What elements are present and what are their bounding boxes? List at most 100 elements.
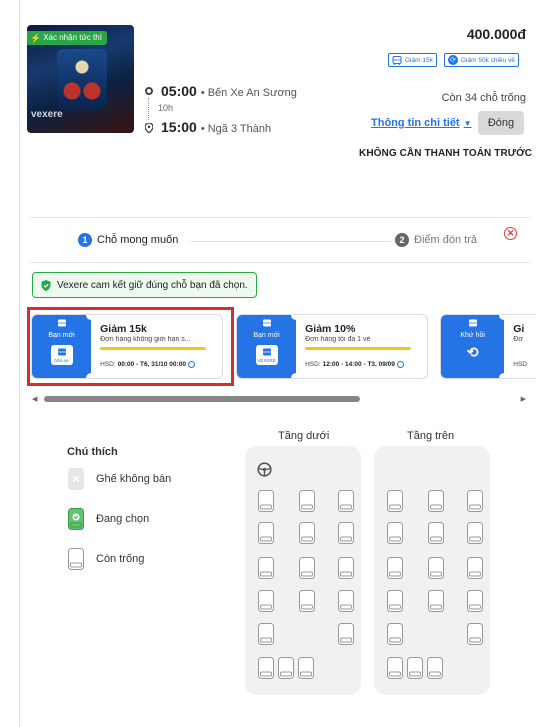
lower-deck-seat[interactable]	[299, 522, 315, 544]
step-connector	[191, 241, 391, 242]
legend-label: Ghế không bán	[96, 473, 172, 485]
departure-place: • Bến Xe An Sương	[200, 87, 297, 99]
lower-deck-seat[interactable]	[338, 557, 354, 579]
lower-deck-seat[interactable]	[258, 522, 274, 544]
coupon-title: Giảm 10%	[305, 323, 356, 335]
close-button[interactable]: Đóng	[478, 111, 524, 135]
lower-deck-seat[interactable]	[338, 522, 354, 544]
seat-selected-icon	[68, 508, 84, 530]
legend-available: Còn trống	[68, 548, 144, 570]
upper-deck-seat[interactable]	[467, 522, 483, 544]
lower-deck-seat[interactable]	[299, 490, 315, 512]
promo-chip-15k: Giảm 15k	[388, 53, 437, 67]
arrival-row: 15:00 • Ngã 3 Thành	[145, 119, 271, 135]
horizontal-scrollbar[interactable]: ◀ ▶	[32, 395, 526, 403]
bus-icon	[392, 55, 402, 65]
lower-deck-back-seat[interactable]	[258, 657, 274, 679]
seat-available-icon	[68, 548, 84, 570]
trip-duration: 10h	[158, 103, 174, 113]
upper-deck-back-seat[interactable]	[407, 657, 423, 679]
coupon-description: Đơ	[513, 336, 523, 343]
upper-deck-seat[interactable]	[467, 623, 483, 645]
upper-deck-seat[interactable]	[387, 557, 403, 579]
lower-deck-back-seat[interactable]	[278, 657, 294, 679]
commitment-text: Vexere cam kết giữ đúng chỗ bạn đã chọn.	[57, 279, 248, 291]
steering-wheel-icon	[257, 462, 272, 477]
step-pickup-dropoff[interactable]: 2 Điểm đón trả	[395, 233, 477, 247]
legend-selected: Đang chọn	[68, 508, 149, 530]
step-label: Chỗ mong muốn	[97, 234, 179, 246]
departure-row: 05:00 • Bến Xe An Sương	[145, 83, 297, 99]
step-number: 2	[395, 233, 409, 247]
upper-deck-seat[interactable]	[428, 522, 444, 544]
scroll-left-icon[interactable]: ◀	[32, 395, 37, 403]
lower-deck-seat[interactable]	[258, 623, 274, 645]
promo-chip-label: Giảm 50k chiều về	[461, 56, 515, 64]
coupon-progress-bar	[305, 347, 412, 350]
refresh-icon: ⟳	[448, 55, 458, 65]
bus-interior-image	[57, 49, 107, 109]
instant-confirm-badge: ⚡ Xác nhận tức thì	[27, 31, 107, 45]
coupon-tag: Khứ hồi	[460, 332, 485, 339]
upper-deck-back-seat[interactable]	[387, 657, 403, 679]
scrollbar-thumb[interactable]	[44, 396, 360, 402]
lower-deck-seat[interactable]	[258, 590, 274, 612]
step-label: Điểm đón trả	[414, 234, 477, 246]
instant-confirm-label: Xác nhận tức thì	[43, 33, 102, 42]
upper-deck-seat[interactable]	[467, 557, 483, 579]
trip-details-label: Thông tin chi tiết	[371, 117, 460, 129]
divider	[30, 217, 530, 218]
upper-deck-seat[interactable]	[428, 490, 444, 512]
step-seat-selection[interactable]: 1 Chỗ mong muốn	[78, 233, 178, 247]
left-border	[19, 0, 20, 727]
upper-deck-seat[interactable]	[428, 590, 444, 612]
upper-deck-seat[interactable]	[428, 557, 444, 579]
upper-deck-seat[interactable]	[387, 623, 403, 645]
location-pin-icon	[145, 123, 153, 133]
lower-deck-seat[interactable]	[258, 490, 274, 512]
origin-dot-icon	[145, 87, 153, 95]
bus-icon	[468, 319, 477, 327]
legend-title: Chú thích	[67, 446, 118, 458]
lower-deck-seat[interactable]	[338, 490, 354, 512]
expiry-prefix: HSD	[513, 361, 527, 368]
legend-unavailable: Ghế không bán	[68, 468, 171, 490]
scroll-right-icon[interactable]: ▶	[521, 395, 526, 403]
close-circle-icon[interactable]: ✕	[504, 227, 517, 240]
coupon-expiry: HSD	[513, 361, 527, 368]
lightning-icon: ⚡	[30, 33, 42, 43]
lower-deck-seat[interactable]	[338, 590, 354, 612]
lower-deck-label: Tầng dưới	[278, 430, 330, 442]
step-number: 1	[78, 233, 92, 247]
expiry-value: 12:00 - 14:00 - T3, 09/09	[322, 361, 395, 368]
lower-deck-back-seat[interactable]	[298, 657, 314, 679]
upper-deck-seat[interactable]	[387, 590, 403, 612]
trip-details-link[interactable]: Thông tin chi tiết ▼	[371, 117, 472, 129]
coupon-body: Giảm 10% Đơn hàng tối đa 1 vé HSD: 12:00…	[296, 315, 427, 378]
caret-down-icon: ▼	[463, 118, 472, 128]
shield-check-icon	[41, 279, 51, 291]
lower-deck-seat[interactable]	[338, 623, 354, 645]
coupon-body: Gi Đơ HSD	[504, 315, 536, 378]
upper-deck-seat[interactable]	[387, 522, 403, 544]
vexere-icon: VEXERE	[255, 345, 278, 365]
lower-deck-seat[interactable]	[258, 557, 274, 579]
thumbnail-brand: vexere	[31, 109, 63, 120]
selected-coupon-highlight	[27, 307, 234, 386]
coupon-card[interactable]: Khứ hồi ⟲ Gi Đơ HSD	[440, 314, 536, 379]
upper-deck-label: Tầng trên	[407, 430, 455, 442]
vexere-icon-label: VEXERE	[257, 357, 276, 363]
legend-label: Còn trống	[96, 553, 145, 565]
coupon-badge: Bạn mới VEXERE	[237, 315, 302, 378]
upper-deck-seat[interactable]	[387, 490, 403, 512]
coupon-tag: Bạn mới	[253, 332, 280, 339]
arrival-time: 15:00	[161, 119, 197, 135]
upper-deck-seat[interactable]	[467, 590, 483, 612]
lower-deck-seat[interactable]	[299, 590, 315, 612]
upper-deck-back-seat[interactable]	[427, 657, 443, 679]
coupon-card[interactable]: Bạn mới VEXERE Giảm 10% Đơn hàng tối đa …	[236, 314, 428, 379]
upper-deck-seat[interactable]	[467, 490, 483, 512]
arrival-place: • Ngã 3 Thành	[200, 123, 272, 135]
commitment-banner: Vexere cam kết giữ đúng chỗ bạn đã chọn.	[32, 272, 257, 298]
lower-deck-seat[interactable]	[299, 557, 315, 579]
